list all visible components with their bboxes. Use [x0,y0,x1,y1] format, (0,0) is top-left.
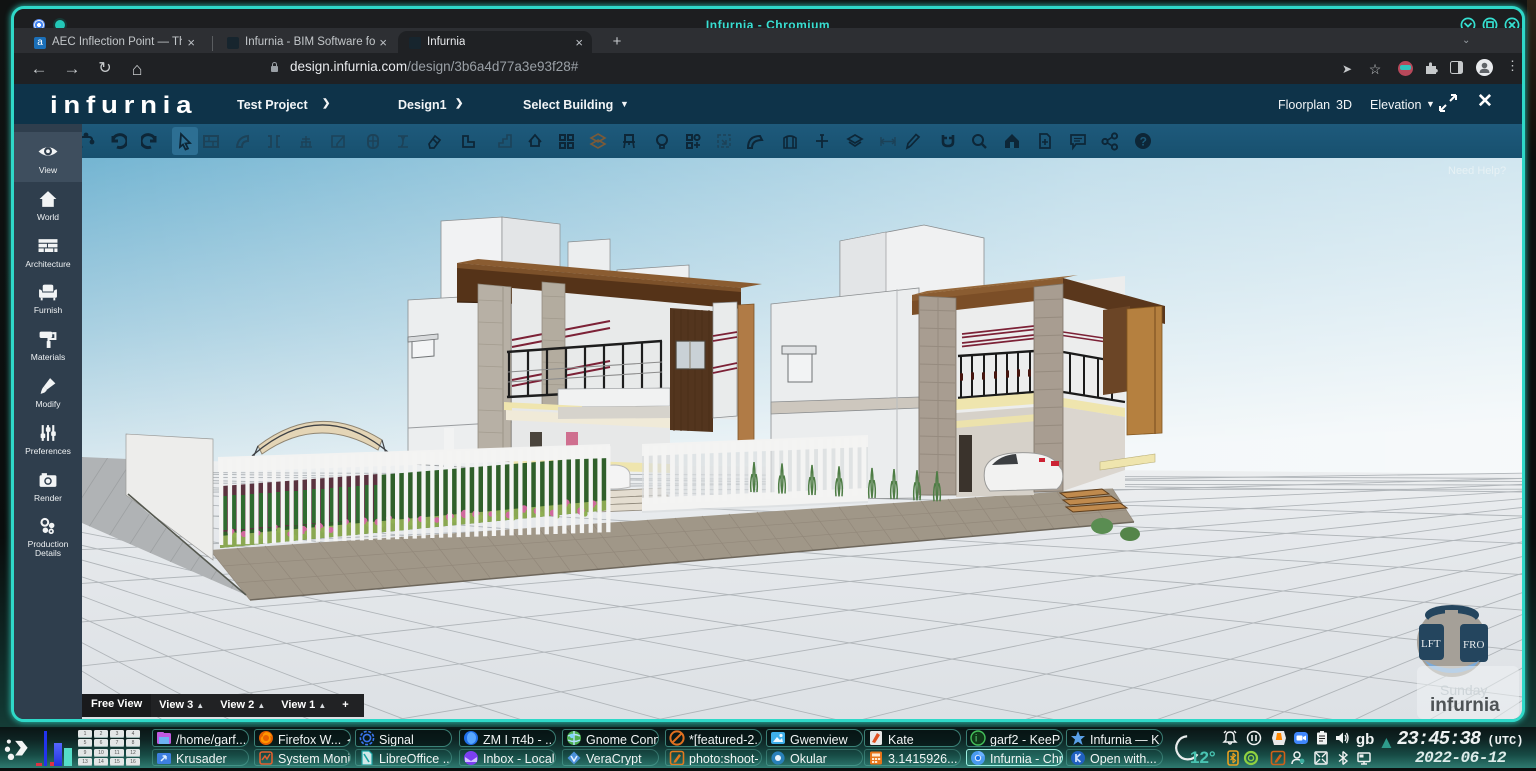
svg-text:i: i [975,734,977,745]
svg-text:FRO: FRO [1463,639,1484,651]
svg-text:Need Help?: Need Help? [1448,165,1506,177]
svg-text:LFT: LFT [1421,638,1441,650]
svg-text:?: ? [1140,134,1147,148]
svg-text:infurnia: infurnia [1430,695,1500,716]
